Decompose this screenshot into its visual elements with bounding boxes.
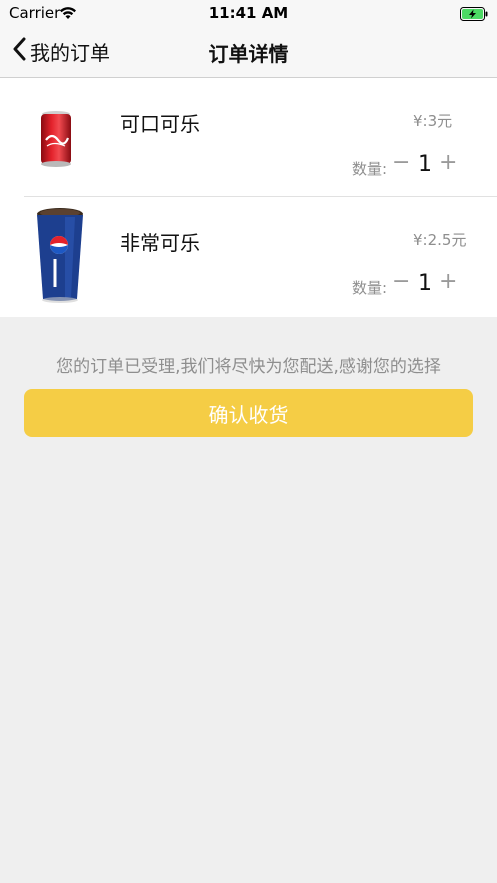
quantity-value: 1 [418, 271, 432, 296]
quantity-decrement-button[interactable]: − [392, 269, 410, 294]
quantity-label: 数量: [352, 279, 388, 297]
order-accepted-message: 您的订单已受理,我们将尽快为您配送,感谢您的选择 [56, 357, 441, 377]
coca-cola-can-image [38, 110, 74, 172]
status-bar: Carrier 11:41 AM [0, 0, 497, 26]
order-list: 可口可乐 ¥:3元 数量: − 1 + 非常可乐 ¥:2.5元 数量: − 1 [0, 78, 497, 317]
product-name: 非常可乐 [120, 231, 200, 255]
quantity-label: 数量: [352, 160, 388, 178]
battery-charging-icon [460, 6, 488, 25]
product-price: ¥:3元 [413, 112, 453, 130]
navigation-bar: 我的订单 订单详情 [0, 26, 497, 78]
quantity-value: 1 [418, 152, 432, 177]
page-title: 订单详情 [208, 42, 289, 66]
quantity-increment-button[interactable]: + [439, 269, 457, 294]
order-item-coca-cola: 可口可乐 ¥:3元 数量: − 1 + [0, 78, 497, 197]
pepsi-cup-image [35, 207, 85, 309]
product-name: 可口可乐 [120, 112, 200, 136]
product-price: ¥:2.5元 [413, 231, 467, 249]
quantity-decrement-button[interactable]: − [392, 150, 410, 175]
status-time: 11:41 AM [208, 4, 289, 22]
order-item-feichang-cola: 非常可乐 ¥:2.5元 数量: − 1 + [0, 197, 497, 316]
quantity-increment-button[interactable]: + [439, 150, 457, 175]
confirm-receipt-button[interactable]: 确认收货 [24, 389, 473, 437]
